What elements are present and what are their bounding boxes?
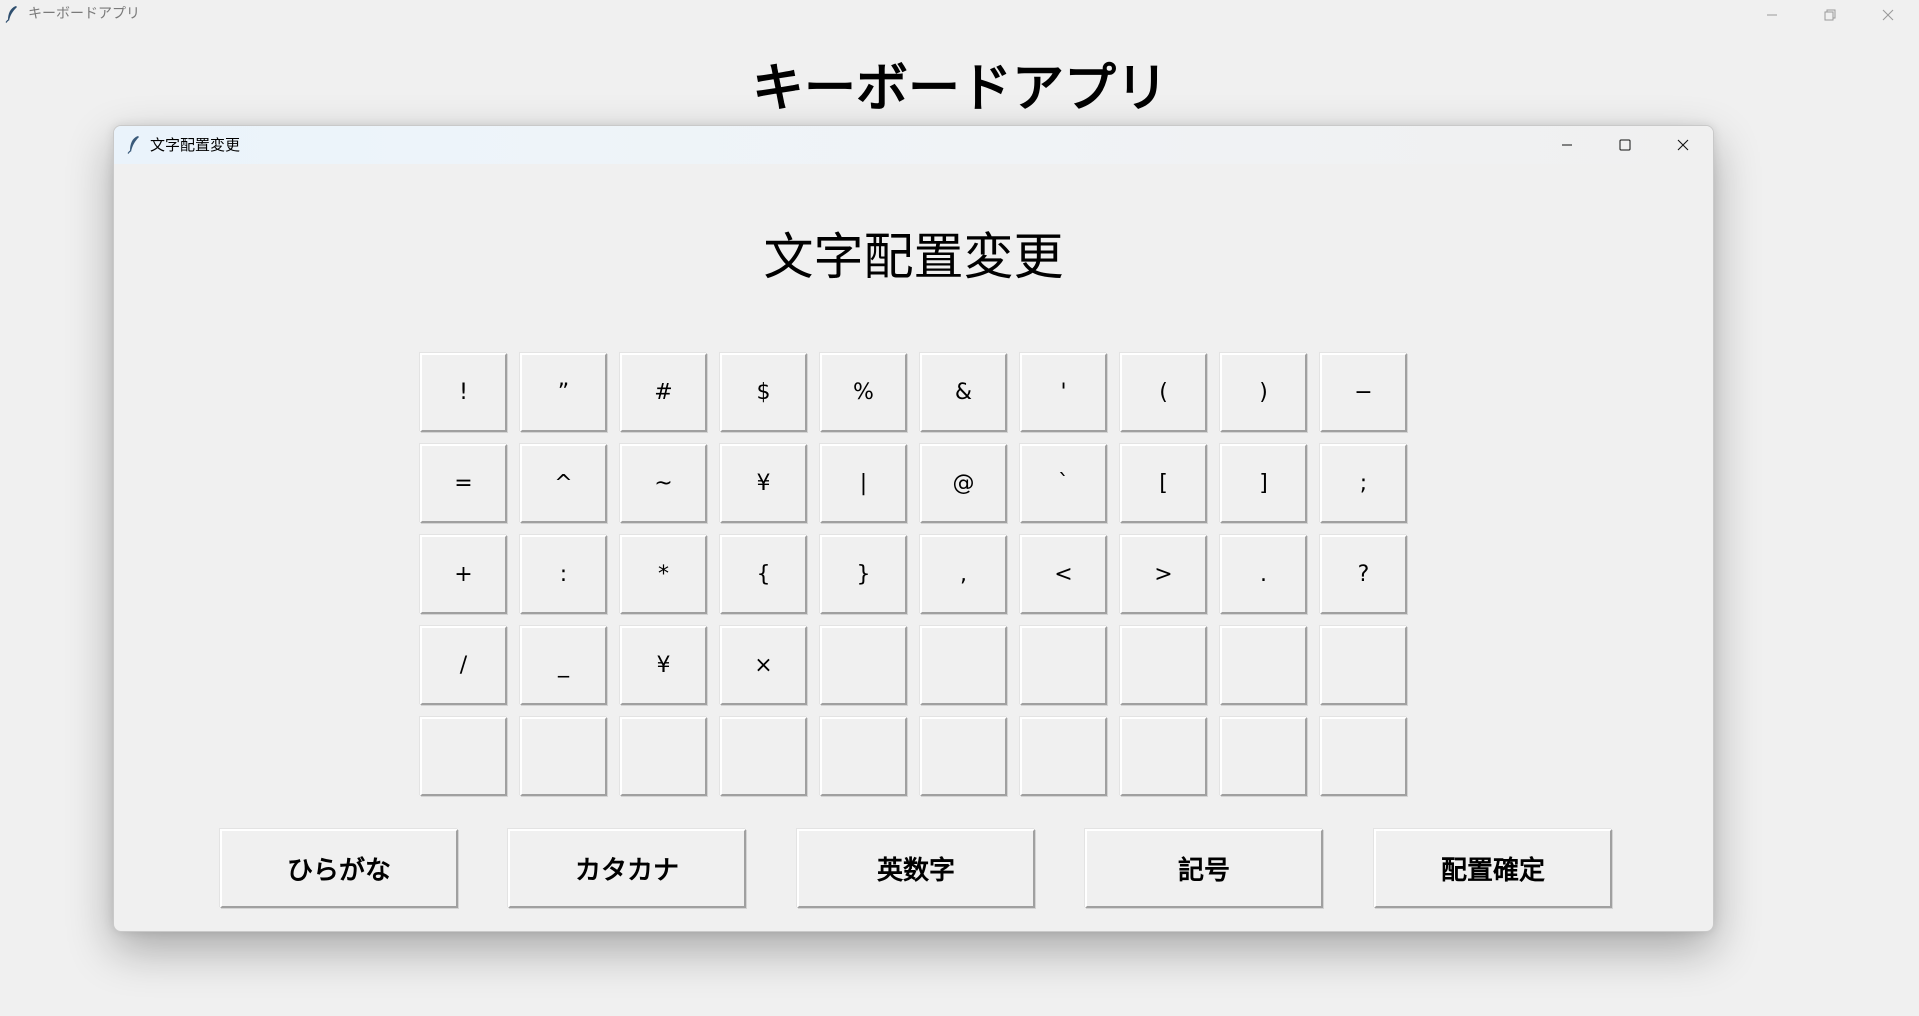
key-button[interactable]: .: [1220, 535, 1307, 614]
char-layout-dialog: 文字配置変更 文字配置変更 ! ” # $ % & ' ( ) − = ^ ~ …: [113, 125, 1714, 932]
tk-feather-icon: [127, 136, 139, 154]
key-button[interactable]: ~: [620, 444, 707, 523]
katakana-button[interactable]: カタカナ: [508, 829, 746, 908]
key-button[interactable]: −: [1320, 353, 1407, 432]
key-button[interactable]: [1120, 626, 1207, 705]
minimize-icon: [1562, 144, 1572, 146]
key-button[interactable]: [820, 626, 907, 705]
minimize-icon: [1767, 14, 1777, 15]
key-button[interactable]: [1320, 626, 1407, 705]
key-button[interactable]: [920, 717, 1007, 796]
key-button[interactable]: >: [1120, 535, 1207, 614]
key-button[interactable]: =: [420, 444, 507, 523]
key-button[interactable]: ?: [1320, 535, 1407, 614]
key-button[interactable]: {: [720, 535, 807, 614]
key-button[interactable]: ': [1020, 353, 1107, 432]
confirm-layout-button[interactable]: 配置確定: [1374, 829, 1612, 908]
key-button[interactable]: [1020, 626, 1107, 705]
dialog-close-button[interactable]: [1654, 126, 1712, 164]
key-button[interactable]: (: [1120, 353, 1207, 432]
key-button[interactable]: /: [420, 626, 507, 705]
key-button[interactable]: +: [420, 535, 507, 614]
key-button[interactable]: ;: [1320, 444, 1407, 523]
key-button[interactable]: !: [420, 353, 507, 432]
key-button[interactable]: $: [720, 353, 807, 432]
key-grid: ! ” # $ % & ' ( ) − = ^ ~ ¥ | @ ` [ ] ; …: [420, 353, 1410, 799]
key-button[interactable]: :: [520, 535, 607, 614]
key-button[interactable]: [920, 626, 1007, 705]
dialog-heading: 文字配置変更: [763, 228, 1064, 286]
restore-icon: [1824, 9, 1836, 20]
key-button[interactable]: [820, 717, 907, 796]
app-heading: キーボードアプリ: [751, 59, 1168, 119]
key-button[interactable]: [420, 717, 507, 796]
key-button[interactable]: [1020, 717, 1107, 796]
key-button[interactable]: ]: [1220, 444, 1307, 523]
main-window-title: キーボードアプリ: [28, 6, 140, 22]
alphanumeric-button[interactable]: 英数字: [797, 829, 1035, 908]
key-button[interactable]: }: [820, 535, 907, 614]
hiragana-button[interactable]: ひらがな: [220, 829, 458, 908]
main-restore-button[interactable]: [1801, 0, 1859, 29]
key-button[interactable]: _: [520, 626, 607, 705]
key-button[interactable]: [1320, 717, 1407, 796]
key-button[interactable]: [520, 717, 607, 796]
key-button[interactable]: #: [620, 353, 707, 432]
main-close-button[interactable]: [1859, 0, 1917, 29]
key-button[interactable]: *: [620, 535, 707, 614]
key-button[interactable]: @: [920, 444, 1007, 523]
dialog-maximize-button[interactable]: [1596, 126, 1654, 164]
key-button[interactable]: <: [1020, 535, 1107, 614]
key-button[interactable]: ×: [720, 626, 807, 705]
key-button[interactable]: ”: [520, 353, 607, 432]
tk-feather-icon: [5, 6, 17, 23]
key-button[interactable]: `: [1020, 444, 1107, 523]
key-button[interactable]: %: [820, 353, 907, 432]
key-button[interactable]: [1220, 717, 1307, 796]
close-icon: [1677, 139, 1689, 151]
main-minimize-button[interactable]: [1743, 0, 1801, 29]
key-button[interactable]: [1220, 626, 1307, 705]
key-button[interactable]: ): [1220, 353, 1307, 432]
key-button[interactable]: |: [820, 444, 907, 523]
key-button[interactable]: ,: [920, 535, 1007, 614]
close-icon: [1882, 9, 1894, 20]
key-button[interactable]: [620, 717, 707, 796]
key-button[interactable]: &: [920, 353, 1007, 432]
dialog-title: 文字配置変更: [150, 136, 241, 154]
dialog-minimize-button[interactable]: [1538, 126, 1596, 164]
key-button[interactable]: ¥: [620, 626, 707, 705]
main-titlebar: キーボードアプリ: [0, 0, 1919, 29]
key-button[interactable]: [1120, 717, 1207, 796]
symbols-button[interactable]: 記号: [1085, 829, 1323, 908]
key-button[interactable]: ¥: [720, 444, 807, 523]
key-button[interactable]: [720, 717, 807, 796]
key-button[interactable]: ^: [520, 444, 607, 523]
dialog-titlebar[interactable]: 文字配置変更: [114, 126, 1713, 164]
maximize-icon: [1619, 139, 1631, 151]
key-button[interactable]: [: [1120, 444, 1207, 523]
mode-button-row: ひらがな カタカナ 英数字 記号 配置確定: [220, 829, 1622, 908]
